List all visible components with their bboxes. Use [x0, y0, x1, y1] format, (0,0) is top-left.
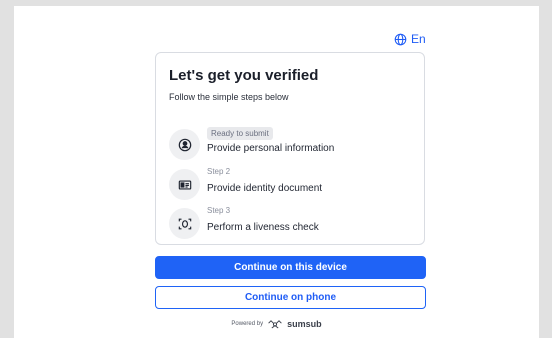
sumsub-logo-icon — [268, 320, 282, 329]
continue-on-phone-button[interactable]: Continue on phone — [155, 286, 426, 309]
step-label: Provide identity document — [207, 183, 323, 194]
continue-on-device-button[interactable]: Continue on this device — [155, 256, 426, 279]
user-icon — [178, 138, 191, 151]
verification-card: Let's get you verified Follow the simple… — [155, 52, 425, 245]
step-number: Step 3 — [207, 206, 231, 215]
step-number: Step 2 — [207, 167, 231, 176]
step-liveness-check: Step 3 Perform a liveness check — [169, 206, 409, 242]
id-card-icon — [178, 179, 191, 190]
powered-by-label: Powered by — [231, 321, 264, 327]
step-icon-circle — [169, 169, 200, 200]
card-title: Let's get you verified — [169, 67, 319, 84]
status-badge: Ready to submit — [207, 127, 273, 140]
card-subtitle: Follow the simple steps below — [169, 92, 289, 102]
language-label: En — [411, 32, 426, 46]
powered-by-footer: Powered by sumsub — [14, 319, 539, 329]
step-identity-document: Step 2 Provide identity document — [169, 167, 409, 203]
brand-name: sumsub — [287, 319, 322, 329]
step-personal-info: Ready to submit Provide personal informa… — [169, 127, 409, 163]
step-label: Provide personal information — [207, 143, 335, 154]
step-icon-circle — [169, 208, 200, 239]
step-icon-circle — [169, 129, 200, 160]
step-label: Perform a liveness check — [207, 222, 319, 233]
language-selector[interactable]: En — [394, 32, 426, 46]
verification-page: En Let's get you verified Follow the sim… — [14, 6, 539, 338]
face-scan-icon — [178, 218, 191, 229]
globe-icon — [394, 33, 407, 45]
